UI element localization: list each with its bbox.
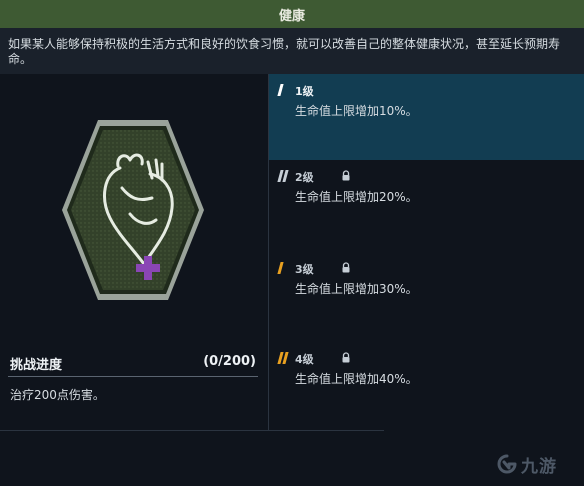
lock-icon bbox=[342, 262, 350, 273]
left-panel: 挑战进度 (0/200) 治疗200点伤害。 bbox=[0, 74, 268, 430]
level-description: 生命值上限增加10%。 bbox=[295, 104, 418, 118]
bottom-divider bbox=[0, 430, 384, 431]
description-bar: 如果某人能够保持积极的生活方式和良好的饮食习惯，就可以改善自己的整体健康状况，甚… bbox=[0, 28, 584, 74]
watermark: 九游 bbox=[496, 452, 557, 477]
watermark-text: 九游 bbox=[521, 457, 557, 477]
level-description: 生命值上限增加30%。 bbox=[295, 282, 418, 296]
lock-icon bbox=[342, 352, 350, 363]
level-tick-icon bbox=[277, 262, 284, 274]
description-text: 如果某人能够保持积极的生活方式和良好的饮食习惯，就可以改善自己的整体健康状况，甚… bbox=[8, 37, 561, 66]
level-description: 生命值上限增加40%。 bbox=[295, 372, 418, 386]
level-tick-icon bbox=[277, 170, 289, 182]
challenge-description: 治疗200点伤害。 bbox=[10, 388, 105, 402]
level-list: 1级 生命值上限增加10%。 2级 生命值上限增加20%。 3级 生命值上限增加… bbox=[268, 74, 584, 430]
level-name: 2级 bbox=[295, 171, 314, 184]
health-badge bbox=[60, 118, 206, 302]
level-row-1[interactable]: 1级 生命值上限增加10%。 bbox=[269, 74, 584, 160]
window-header: 健康 bbox=[0, 0, 584, 28]
level-tick-icon bbox=[277, 352, 289, 364]
level-row-3[interactable]: 3级 生命值上限增加30%。 bbox=[269, 252, 584, 338]
level-name: 1级 bbox=[295, 85, 314, 98]
nine-game-logo-icon bbox=[497, 454, 517, 473]
challenge-progress: (0/200) bbox=[203, 354, 256, 369]
level-tick-icon bbox=[277, 84, 284, 96]
level-description: 生命值上限增加20%。 bbox=[295, 190, 418, 204]
challenge-title: 挑战进度 bbox=[10, 358, 63, 373]
level-row-2[interactable]: 2级 生命值上限增加20%。 bbox=[269, 160, 584, 246]
challenge-divider bbox=[8, 376, 258, 377]
window-title: 健康 bbox=[278, 8, 305, 24]
heart-plus-icon bbox=[62, 120, 204, 300]
level-name: 4级 bbox=[295, 353, 314, 366]
level-row-4[interactable]: 4级 生命值上限增加40%。 bbox=[269, 342, 584, 428]
level-name: 3级 bbox=[295, 263, 314, 276]
lock-icon bbox=[342, 170, 350, 181]
